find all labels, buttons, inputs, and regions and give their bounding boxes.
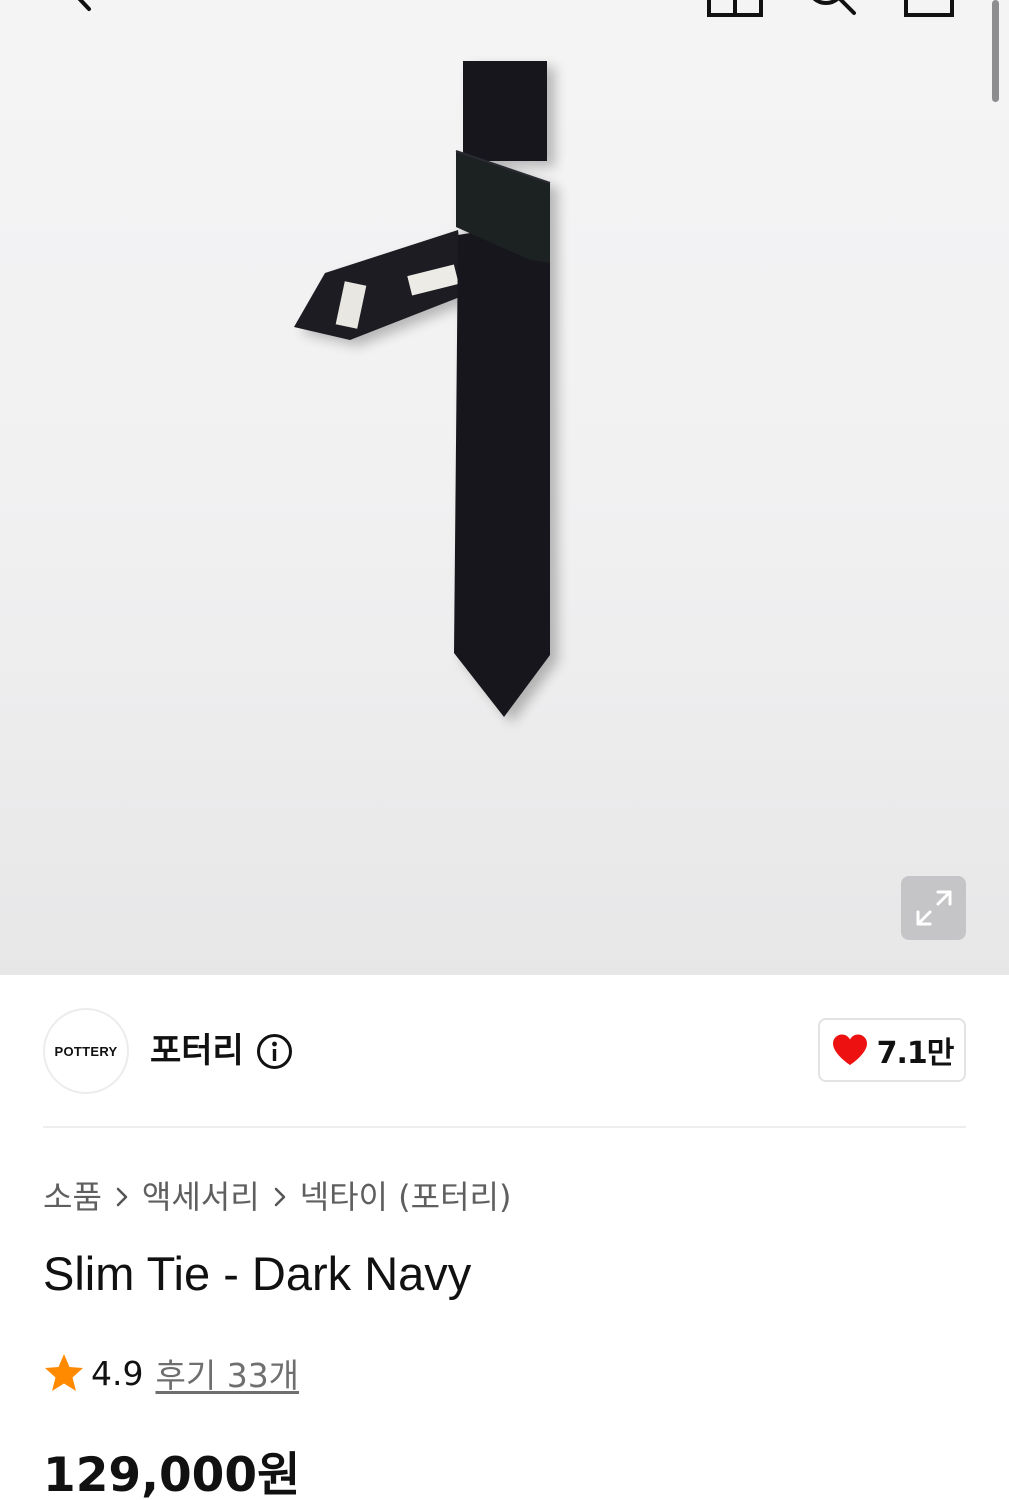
like-count: 7.1만 xyxy=(876,1036,955,1071)
product-page: POTTERY 포터리 7.1만 소품 액세서리 넥타이 (포터리) Slim … xyxy=(0,0,1009,1500)
expand-icon xyxy=(916,890,951,926)
brand-logo[interactable]: POTTERY xyxy=(43,1008,129,1094)
rating-row: 4.9 후기 33개 xyxy=(43,1348,299,1398)
heart-icon xyxy=(832,1034,867,1065)
search-icon[interactable] xyxy=(800,0,860,20)
back-icon[interactable] xyxy=(55,0,105,20)
chevron-right-icon xyxy=(260,1176,300,1214)
chevron-right-icon xyxy=(102,1176,142,1214)
scrollbar[interactable] xyxy=(992,0,999,102)
star-icon xyxy=(45,1354,83,1391)
like-button[interactable]: 7.1만 xyxy=(818,1018,966,1082)
breadcrumb-item[interactable]: 소품 xyxy=(43,1172,102,1218)
product-title: Slim Tie - Dark Navy xyxy=(43,1247,472,1300)
rating-value: 4.9 xyxy=(91,1353,144,1393)
breadcrumb: 소품 액세서리 넥타이 (포터리) xyxy=(43,1172,511,1218)
info-icon[interactable] xyxy=(256,1033,293,1070)
breadcrumb-item[interactable]: 넥타이 (포터리) xyxy=(300,1172,512,1218)
shop-icon[interactable] xyxy=(704,0,766,20)
brand-name[interactable]: 포터리 xyxy=(150,1026,244,1076)
product-image-area[interactable] xyxy=(0,0,1009,975)
price: 129,000원 xyxy=(43,1448,301,1500)
review-count-link[interactable]: 후기 33개 xyxy=(155,1349,299,1397)
product-photo xyxy=(294,61,551,717)
cart-icon[interactable] xyxy=(900,0,958,20)
divider xyxy=(43,1126,966,1128)
breadcrumb-item[interactable]: 액세서리 xyxy=(142,1172,260,1218)
expand-image-button[interactable] xyxy=(901,876,966,940)
